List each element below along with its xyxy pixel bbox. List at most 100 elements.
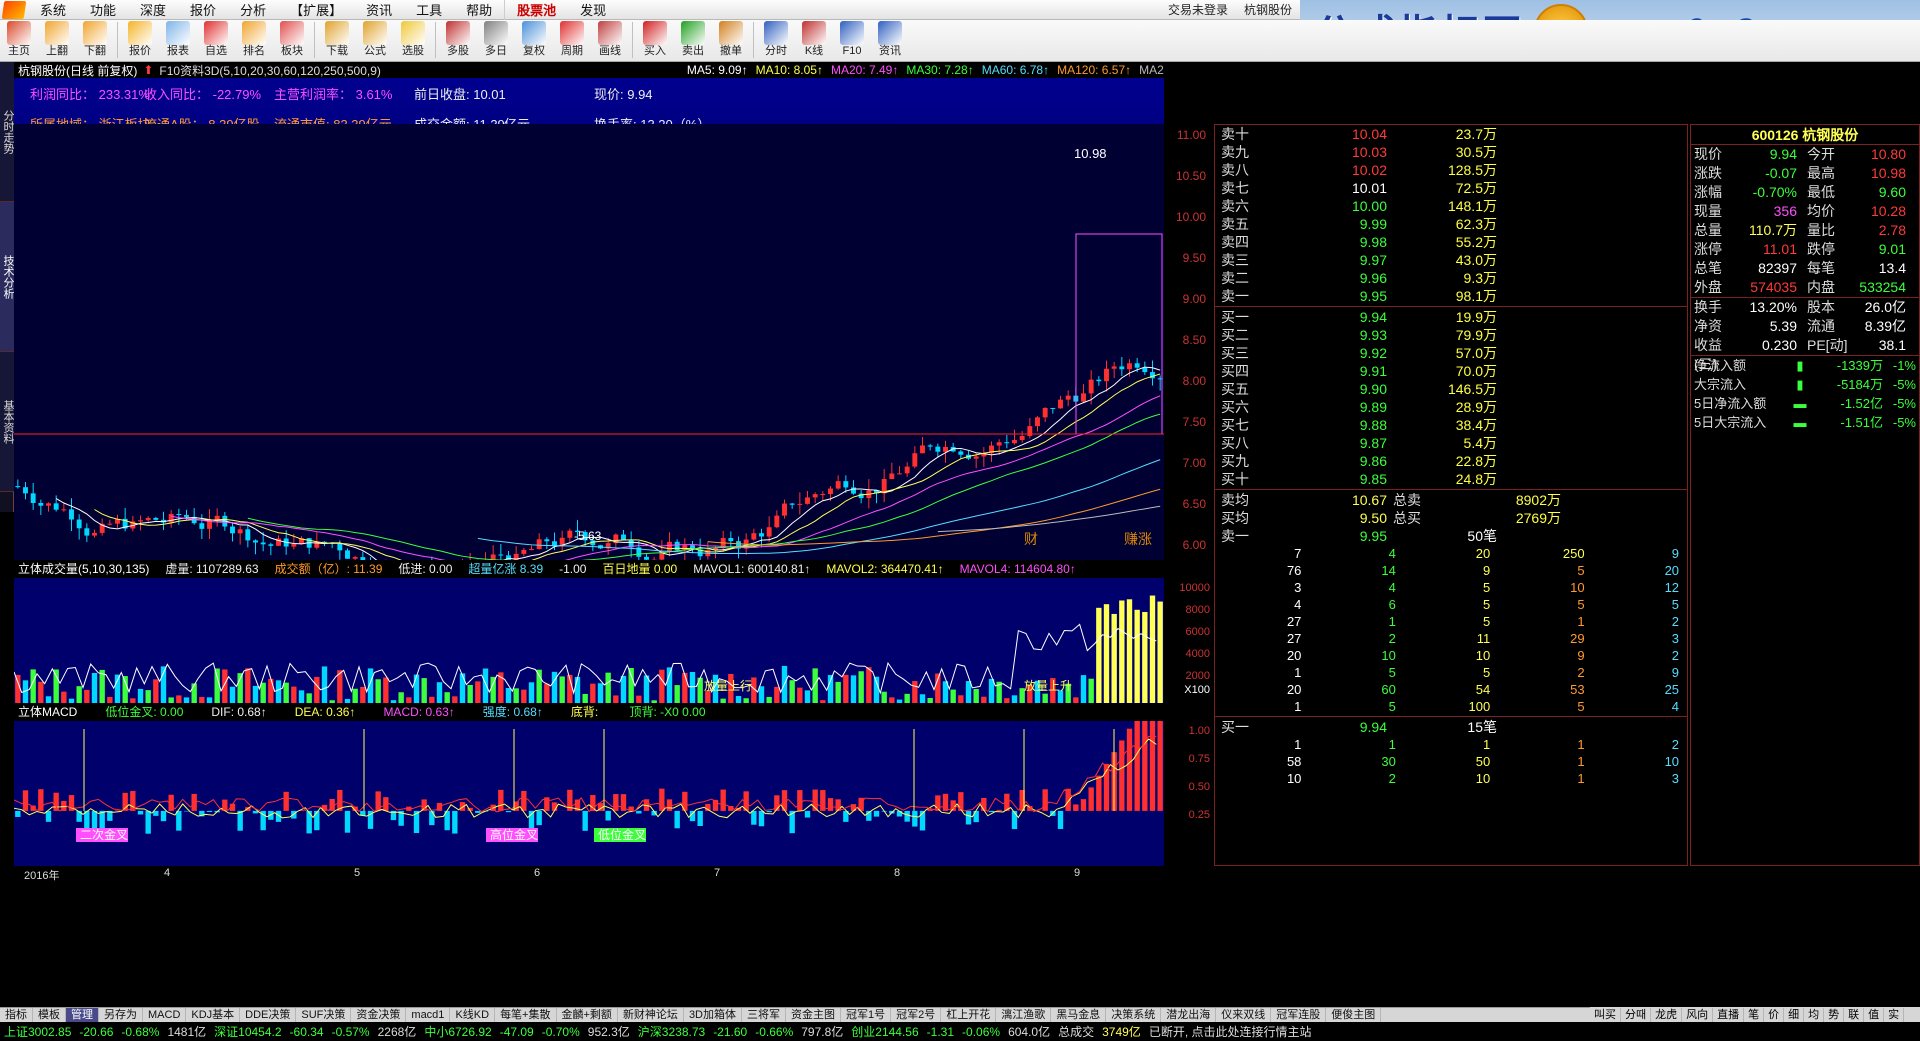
toolbar-button-主页[interactable]: 主页 (0, 20, 38, 57)
svg-text:放量上升: 放量上升 (1024, 678, 1072, 693)
menu-item-2[interactable]: 深度 (128, 0, 178, 21)
order-book-row[interactable]: 卖一 9.95 98.1万 (1215, 287, 1687, 305)
toolbar-button-多日[interactable]: 多日 (477, 20, 515, 57)
tab-指标[interactable]: 指标 (0, 1008, 33, 1022)
rstrip-细[interactable]: 细 (1784, 1007, 1805, 1022)
tab-漓江渔歌[interactable]: 漓江渔歌 (996, 1008, 1052, 1022)
rstrip-风向[interactable]: 风向 (1682, 1007, 1714, 1022)
tab-管理[interactable]: 管理 (66, 1008, 99, 1022)
rstrip-龙虎[interactable]: 龙虎 (1651, 1007, 1683, 1022)
tab-资金主图[interactable]: 资金主图 (786, 1008, 841, 1022)
tab-冠军连股[interactable]: 冠军连股 (1271, 1008, 1327, 1022)
order-book-row[interactable]: 卖七 10.01 72.5万 (1215, 179, 1687, 197)
tab-资金决策[interactable]: 资金决策 (351, 1008, 407, 1022)
order-book-row[interactable]: 买二 9.93 79.9万 (1215, 326, 1687, 344)
tab-冠军1号[interactable]: 冠军1号 (841, 1008, 892, 1022)
toolbar-button-卖出[interactable]: 卖出 (674, 20, 712, 57)
order-book-row[interactable]: 买八 9.87 5.4万 (1215, 434, 1687, 452)
toolbar-button-排名[interactable]: 排名 (235, 20, 273, 57)
right-tool-strip[interactable]: 叫买 分때 龙虎 风向 直播笔价细均势联值实 (1590, 1007, 1920, 1022)
order-book-row[interactable]: 卖九 10.03 30.5万 (1215, 143, 1687, 161)
toolbar-button-自选[interactable]: 自选 (197, 20, 235, 57)
tab-每笔+集散[interactable]: 每笔+集散 (495, 1008, 557, 1022)
rstrip-实[interactable]: 实 (1884, 1007, 1905, 1022)
menu-item-stock-pool[interactable]: 股票池 (504, 0, 568, 21)
order-book-row[interactable]: 买七 9.88 38.4万 (1215, 416, 1687, 434)
menu-item-6[interactable]: 资讯 (354, 0, 404, 21)
tab-决策系统[interactable]: 决策系统 (1106, 1008, 1162, 1022)
rstrip-价[interactable]: 价 (1764, 1007, 1785, 1022)
order-book-row[interactable]: 买九 9.86 22.8万 (1215, 452, 1687, 470)
order-book-row[interactable]: 卖二 9.96 9.3万 (1215, 269, 1687, 287)
order-book-row[interactable]: 买三 9.92 57.0万 (1215, 344, 1687, 362)
tab-3D加箱体[interactable]: 3D加箱体 (684, 1008, 742, 1022)
toolbar-button-撤单[interactable]: 撤单 (712, 20, 750, 57)
toolbar-button-下载[interactable]: 下载 (318, 20, 356, 57)
toolbar-button-报价[interactable]: 报价 (121, 20, 159, 57)
menu-item-5[interactable]: 【扩展】 (278, 0, 354, 21)
order-book-row[interactable]: 买四 9.91 70.0万 (1215, 362, 1687, 380)
toolbar-button-资讯[interactable]: 资讯 (871, 20, 909, 57)
tab-三将军[interactable]: 三将军 (742, 1008, 786, 1022)
tab-仪来双线[interactable]: 仪来双线 (1216, 1008, 1272, 1022)
tab-潜龙出海[interactable]: 潜龙出海 (1161, 1008, 1217, 1022)
candlestick-chart[interactable]: 10.98-5.63财赚涨8.60 (14, 124, 1210, 586)
rstrip-分때[interactable]: 分때 (1621, 1007, 1652, 1022)
order-book-row[interactable]: 卖六 10.00 148.1万 (1215, 197, 1687, 215)
tab-模板[interactable]: 模板 (33, 1008, 66, 1022)
tab-新财神论坛[interactable]: 新财神论坛 (618, 1008, 684, 1022)
toolbar-button-报表[interactable]: 报表 (159, 20, 197, 57)
toolbar-button-下翻[interactable]: 下翻 (76, 20, 114, 57)
rstrip-叫买[interactable]: 叫买 (1590, 1007, 1621, 1022)
order-book-row[interactable]: 卖五 9.99 62.3万 (1215, 215, 1687, 233)
rstrip-值[interactable]: 值 (1864, 1007, 1885, 1022)
toolbar-button-选股[interactable]: 选股 (394, 20, 432, 57)
toolbar-button-K线[interactable]: K线 (795, 20, 833, 57)
tab-MACD[interactable]: MACD (143, 1008, 187, 1022)
tab-KDJ基本[interactable]: KDJ基本 (186, 1008, 241, 1022)
menu-item-7[interactable]: 工具 (404, 0, 454, 21)
tab-金麟+剩额[interactable]: 金麟+剩额 (557, 1008, 618, 1022)
toolbar-button-复权[interactable]: 复权 (515, 20, 553, 57)
toolbar-button-多股[interactable]: 多股 (439, 20, 477, 57)
rstrip-直播[interactable]: 直播 (1713, 1007, 1745, 1022)
tab-另存为[interactable]: 另存为 (99, 1008, 143, 1022)
menu-item-0[interactable]: 系统 (28, 0, 78, 21)
toolbar-button-上翻[interactable]: 上翻 (38, 20, 76, 57)
tab-冠军2号[interactable]: 冠军2号 (891, 1008, 942, 1022)
toolbar-button-周期[interactable]: 周期 (553, 20, 591, 57)
order-book-row[interactable]: 卖四 9.98 55.2万 (1215, 233, 1687, 251)
order-book-row[interactable]: 卖三 9.97 43.0万 (1215, 251, 1687, 269)
macd-chart[interactable]: 二次金叉 高位金叉 低位金叉 (13, 681, 1164, 866)
order-book-row[interactable]: 买五 9.90 146.5万 (1215, 380, 1687, 398)
toolbar-button-板块[interactable]: 板块 (273, 20, 311, 57)
tab-杠上开花[interactable]: 杠上开花 (941, 1008, 997, 1022)
order-book-row[interactable]: 买一 9.94 19.9万 (1215, 308, 1687, 326)
tab-K线KD[interactable]: K线KD (450, 1008, 496, 1022)
rstrip-势[interactable]: 势 (1824, 1007, 1845, 1022)
menu-item-8[interactable]: 帮助 (454, 0, 504, 21)
order-book-panel[interactable]: 卖十 10.04 23.7万 卖九 10.03 30.5万 卖八 10.02 128.5万 卖七 1… (1214, 124, 1688, 866)
order-book-row[interactable]: 卖十 10.04 23.7万 (1215, 125, 1687, 143)
tab-SUF决策[interactable]: SUF决策 (296, 1008, 352, 1022)
rstrip-均[interactable]: 均 (1804, 1007, 1825, 1022)
rstrip-联[interactable]: 联 (1844, 1007, 1865, 1022)
toolbar-button-分时[interactable]: 分时 (757, 20, 795, 57)
menu-item-1[interactable]: 功能 (78, 0, 128, 21)
volume-chart[interactable]: 放量上行 放量上升 (13, 578, 1164, 703)
tab-便俊主图[interactable]: 便俊主图 (1326, 1008, 1382, 1022)
toolbar-button-画线[interactable]: 画线 (591, 20, 629, 57)
toolbar-button-公式[interactable]: 公式 (356, 20, 394, 57)
menu-item-3[interactable]: 报价 (178, 0, 228, 21)
order-book-row[interactable]: 买十 9.85 24.8万 (1215, 470, 1687, 488)
menu-item-4[interactable]: 分析 (228, 0, 278, 21)
order-book-row[interactable]: 买六 9.89 28.9万 (1215, 398, 1687, 416)
tab-黑马金息[interactable]: 黑马金息 (1051, 1008, 1107, 1022)
tab-DDE决策[interactable]: DDE决策 (240, 1008, 297, 1022)
tab-macd1[interactable]: macd1 (406, 1008, 451, 1022)
menu-item-discover[interactable]: 发现 (568, 0, 618, 21)
order-book-row[interactable]: 卖八 10.02 128.5万 (1215, 161, 1687, 179)
toolbar-button-F10[interactable]: F10 (833, 20, 871, 57)
rstrip-笔[interactable]: 笔 (1744, 1007, 1765, 1022)
toolbar-button-买入[interactable]: 买入 (636, 20, 674, 57)
